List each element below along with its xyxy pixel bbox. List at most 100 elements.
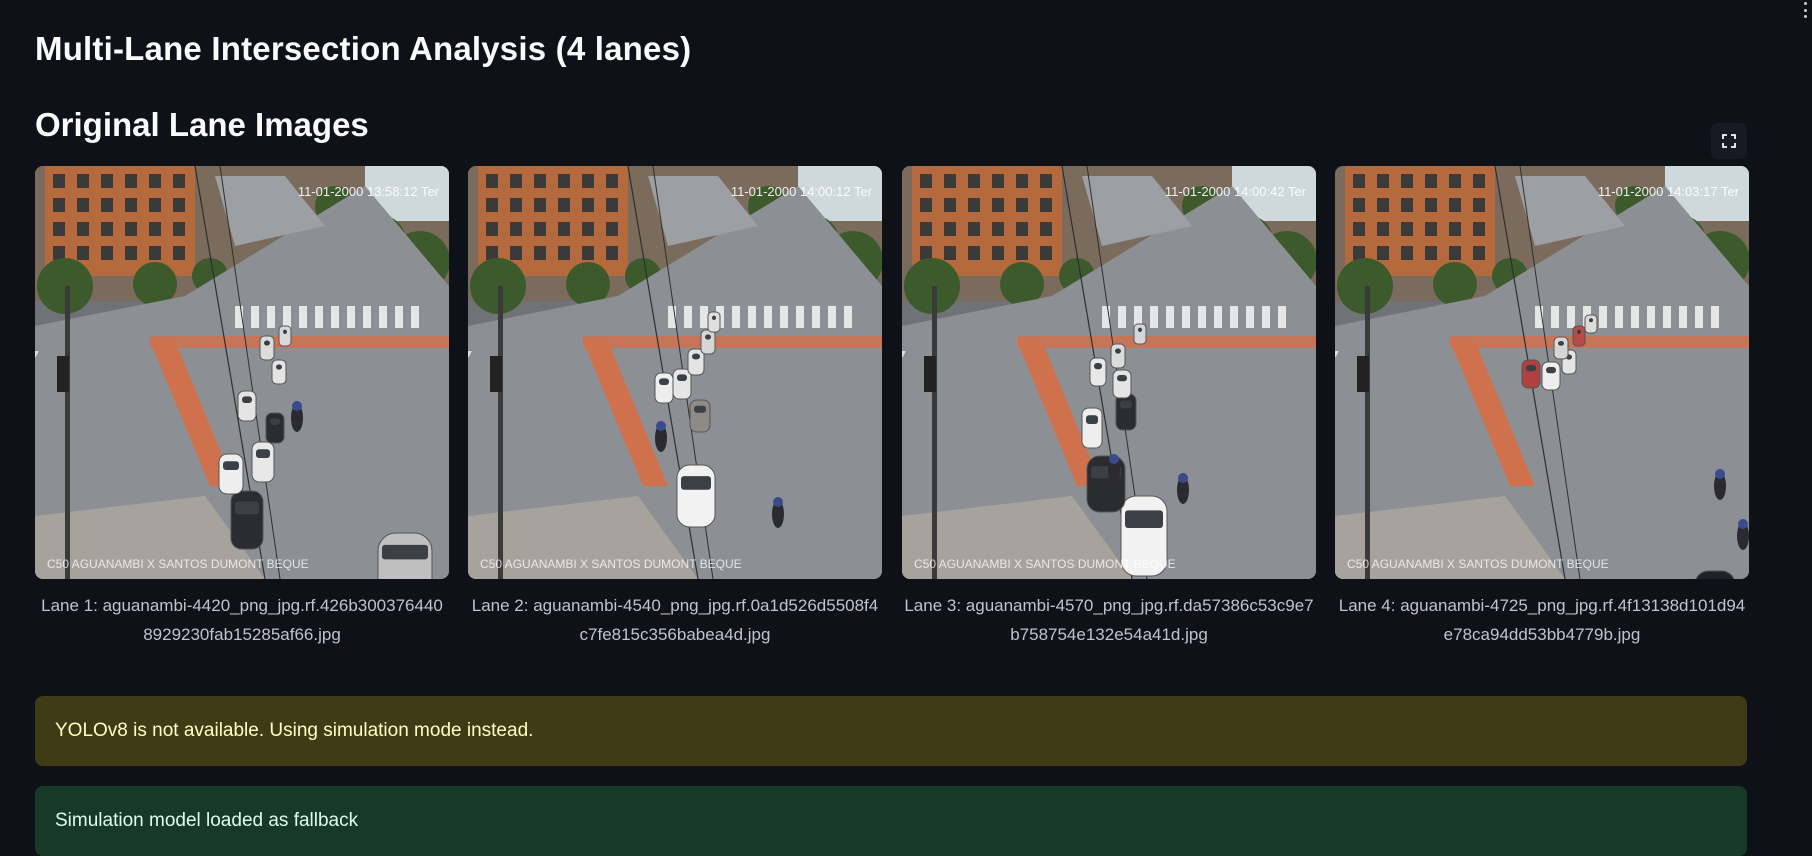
- camera-label: C50 AGUANAMBI X SANTOS DUMONT BEQUE: [480, 557, 742, 571]
- building-window: [1473, 222, 1485, 236]
- car: [676, 464, 716, 528]
- building-window: [992, 174, 1004, 188]
- crosswalk-stripe: [1615, 306, 1623, 328]
- rider-helmet: [1715, 469, 1725, 479]
- car: [237, 390, 257, 422]
- crosswalk-stripe: [1567, 306, 1575, 328]
- fullscreen-button[interactable]: [1711, 123, 1747, 159]
- car: [672, 368, 692, 400]
- building-window: [510, 246, 522, 260]
- building-window: [944, 246, 956, 260]
- building-window: [1425, 174, 1437, 188]
- building-window: [1401, 174, 1413, 188]
- bike-lane-cross: [583, 336, 882, 348]
- car-windshield: [681, 476, 711, 490]
- building-window: [944, 174, 956, 188]
- car-windshield: [242, 396, 252, 403]
- crosswalk-stripe: [1262, 306, 1270, 328]
- car: [218, 453, 244, 495]
- building-window: [1377, 222, 1389, 236]
- car: [1110, 343, 1126, 369]
- crosswalk-stripe: [1150, 306, 1158, 328]
- crosswalk-stripe: [347, 306, 355, 328]
- building-window: [944, 198, 956, 212]
- rider-helmet: [773, 497, 783, 507]
- building-window: [53, 222, 65, 236]
- car-windshield: [1558, 340, 1564, 346]
- building-window: [920, 246, 932, 260]
- car-windshield: [382, 544, 428, 560]
- crosswalk-stripe: [411, 306, 419, 328]
- building-window: [558, 198, 570, 212]
- crosswalk-stripe: [315, 306, 323, 328]
- car: [1081, 407, 1103, 449]
- building-window: [1473, 174, 1485, 188]
- utility-pole: [932, 286, 937, 579]
- building-window: [1377, 246, 1389, 260]
- crosswalk-stripe: [796, 306, 804, 328]
- crosswalk-stripe: [1695, 306, 1703, 328]
- car-windshield: [692, 353, 700, 360]
- lane-2-caption: Lane 2: aguanambi-4540_png_jpg.rf.0a1d52…: [471, 596, 879, 644]
- building-window: [1401, 198, 1413, 212]
- car: [1089, 357, 1107, 387]
- building-window: [486, 198, 498, 212]
- crosswalk-stripe: [1663, 306, 1671, 328]
- rider-helmet: [1738, 519, 1748, 529]
- crosswalk-stripe: [1246, 306, 1254, 328]
- building-window: [173, 246, 185, 260]
- camera-timestamp: 11-01-2000 14:00:12 Ter: [731, 184, 873, 199]
- building-window: [1425, 246, 1437, 260]
- building-window: [944, 222, 956, 236]
- traffic-light: [57, 356, 69, 392]
- building-window: [149, 246, 161, 260]
- building-window: [534, 174, 546, 188]
- building-window: [149, 174, 161, 188]
- crosswalk-stripe: [1198, 306, 1206, 328]
- crosswalk-stripe: [1711, 306, 1719, 328]
- building-window: [968, 198, 980, 212]
- building-window: [101, 222, 113, 236]
- car: [230, 490, 264, 550]
- building-window: [558, 222, 570, 236]
- building-window: [1040, 198, 1052, 212]
- crosswalk-stripe: [1599, 306, 1607, 328]
- car: [654, 372, 674, 404]
- car: [1521, 359, 1541, 389]
- crosswalk-stripe: [812, 306, 820, 328]
- building-window: [53, 174, 65, 188]
- car-windshield: [705, 334, 711, 340]
- main-menu-button[interactable]: [1804, 2, 1808, 18]
- utility-pole: [65, 286, 70, 579]
- camera-label: C50 AGUANAMBI X SANTOS DUMONT BEQUE: [1347, 557, 1609, 571]
- success-alert-text: Simulation model loaded as fallback: [55, 810, 359, 831]
- car-windshield: [1526, 365, 1536, 372]
- building-window: [1016, 198, 1028, 212]
- building-window: [486, 222, 498, 236]
- building-window: [510, 174, 522, 188]
- car-windshield: [256, 449, 270, 458]
- bike-lane-cross: [1017, 336, 1316, 348]
- traffic-light: [490, 356, 502, 392]
- car: [278, 325, 292, 347]
- vertical-ellipsis-icon: [1804, 2, 1807, 5]
- building-window: [149, 198, 161, 212]
- car-windshield: [1086, 415, 1098, 424]
- page-title: Multi-Lane Intersection Analysis (4 lane…: [35, 30, 692, 67]
- car: [1133, 323, 1147, 345]
- building-window: [1473, 198, 1485, 212]
- building-window: [968, 174, 980, 188]
- car: [1572, 325, 1586, 347]
- building-window: [920, 198, 932, 212]
- building-window: [534, 222, 546, 236]
- traffic-light: [1357, 356, 1369, 392]
- car-windshield: [270, 418, 280, 425]
- camera-timestamp: 11-01-2000 14:03:17 Ter: [1598, 184, 1740, 199]
- lane-card-4: 11-01-2000 14:03:17 Ter C50 AGUANAMBI X S…: [1335, 166, 1749, 649]
- success-alert: Simulation model loaded as fallback: [35, 786, 1747, 856]
- crosswalk-stripe: [1647, 306, 1655, 328]
- crosswalk-stripe: [700, 306, 708, 328]
- building-window: [1353, 222, 1365, 236]
- building-window: [606, 174, 618, 188]
- building-window: [968, 222, 980, 236]
